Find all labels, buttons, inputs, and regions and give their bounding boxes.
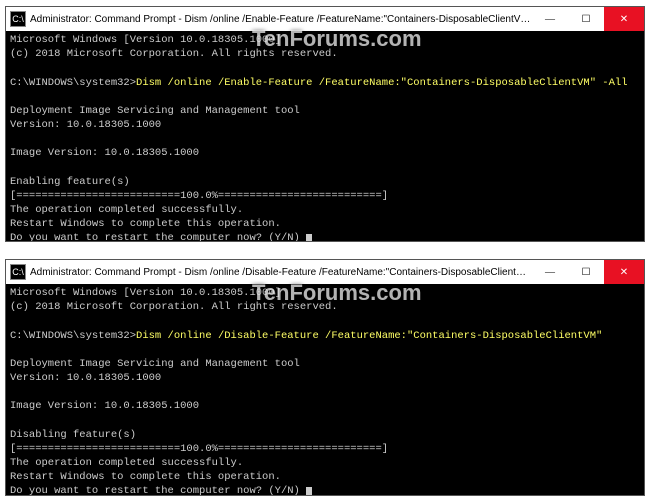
output-line: The operation completed successfully.	[10, 204, 243, 216]
output-line: Microsoft Windows [Version 10.0.18305.10…	[10, 34, 281, 46]
cmd-window-enable: C:\ Administrator: Command Prompt - Dism…	[5, 6, 645, 242]
minimize-button[interactable]: —	[532, 7, 568, 31]
prompt: C:\WINDOWS\system32>	[10, 330, 136, 342]
window-controls: — ☐ ✕	[532, 7, 644, 31]
output-line: Disabling feature(s)	[10, 429, 136, 441]
output-line: Enabling feature(s)	[10, 176, 130, 188]
output-line: Deployment Image Servicing and Managemen…	[10, 358, 300, 370]
maximize-button[interactable]: ☐	[568, 7, 604, 31]
output-line: Version: 10.0.18305.1000	[10, 372, 161, 384]
output-line: Version: 10.0.18305.1000	[10, 119, 161, 131]
restart-prompt: Do you want to restart the computer now?…	[10, 232, 306, 241]
terminal-body[interactable]: Microsoft Windows [Version 10.0.18305.10…	[6, 31, 644, 241]
progress-bar: [==========================100.0%=======…	[10, 443, 388, 455]
cursor	[306, 234, 312, 241]
output-line: Deployment Image Servicing and Managemen…	[10, 105, 300, 117]
output-line: Image Version: 10.0.18305.1000	[10, 147, 199, 159]
minimize-button[interactable]: —	[532, 260, 568, 284]
window-title: Administrator: Command Prompt - Dism /on…	[30, 14, 532, 25]
prompt: C:\WINDOWS\system32>	[10, 77, 136, 89]
restart-prompt: Do you want to restart the computer now?…	[10, 485, 306, 495]
titlebar[interactable]: C:\ Administrator: Command Prompt - Dism…	[6, 7, 644, 31]
output-line: The operation completed successfully.	[10, 457, 243, 469]
window-controls: — ☐ ✕	[532, 260, 644, 284]
output-line: (c) 2018 Microsoft Corporation. All righ…	[10, 301, 338, 313]
maximize-button[interactable]: ☐	[568, 260, 604, 284]
window-title: Administrator: Command Prompt - Dism /on…	[30, 267, 532, 278]
output-line: Microsoft Windows [Version 10.0.18305.10…	[10, 287, 281, 299]
progress-bar: [==========================100.0%=======…	[10, 190, 388, 202]
cmd-icon: C:\	[10, 11, 26, 27]
output-line: Restart Windows to complete this operati…	[10, 471, 281, 483]
titlebar[interactable]: C:\ Administrator: Command Prompt - Dism…	[6, 260, 644, 284]
command-text: Dism /online /Enable-Feature /FeatureNam…	[136, 77, 627, 89]
cmd-icon: C:\	[10, 264, 26, 280]
output-line: Restart Windows to complete this operati…	[10, 218, 281, 230]
output-line: (c) 2018 Microsoft Corporation. All righ…	[10, 48, 338, 60]
close-button[interactable]: ✕	[604, 7, 644, 31]
terminal-body[interactable]: Microsoft Windows [Version 10.0.18305.10…	[6, 284, 644, 495]
cursor	[306, 487, 312, 495]
command-text: Dism /online /Disable-Feature /FeatureNa…	[136, 330, 602, 342]
cmd-window-disable: C:\ Administrator: Command Prompt - Dism…	[5, 259, 645, 496]
output-line: Image Version: 10.0.18305.1000	[10, 400, 199, 412]
close-button[interactable]: ✕	[604, 260, 644, 284]
